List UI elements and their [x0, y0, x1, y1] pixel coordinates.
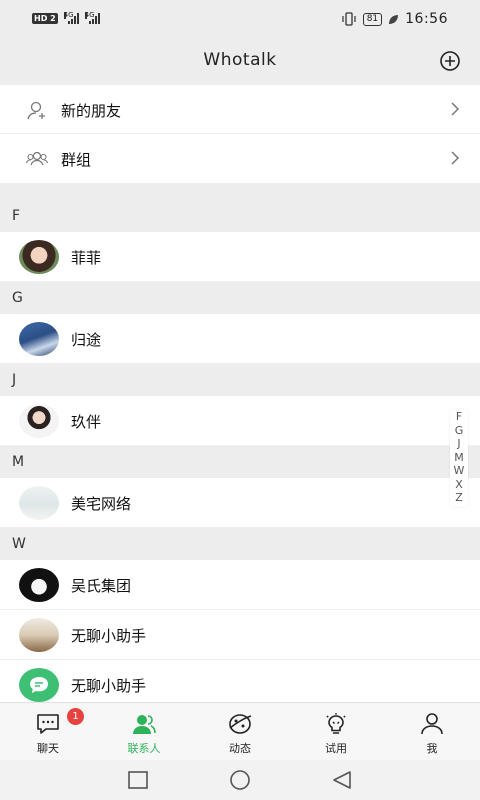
avatar — [19, 240, 59, 274]
contact-row[interactable]: 吴氏集团 — [0, 560, 480, 610]
avatar — [19, 668, 59, 702]
tab-chat[interactable]: 1 聊天 — [0, 703, 96, 760]
index-letter[interactable]: F — [456, 410, 462, 424]
index-letter[interactable]: M — [454, 451, 464, 465]
contact-name: 菲菲 — [71, 249, 102, 267]
contacts-menu: 新的朋友 群组 — [0, 85, 480, 183]
contact-name: 吴氏集团 — [71, 577, 132, 595]
avatar — [19, 404, 59, 438]
tab-contacts[interactable]: 联系人 — [96, 703, 192, 760]
bottom-tab-bar: 1 聊天 联系人 动态 试用 我 — [0, 702, 480, 760]
contact-name: 无聊小助手 — [71, 627, 147, 645]
page-title: Whotalk — [203, 50, 277, 70]
new-friend-icon — [27, 101, 45, 120]
battery-indicator: 81 — [362, 12, 383, 26]
group-icon — [26, 151, 48, 166]
tab-label: 我 — [426, 742, 438, 755]
contact-row[interactable]: 玖伴 — [0, 396, 480, 446]
alphabet-index[interactable]: F G J M W X Z — [450, 409, 468, 507]
chat-icon — [37, 714, 59, 734]
contact-name: 玖伴 — [71, 413, 102, 431]
menu-label: 群组 — [61, 151, 92, 169]
contact-row[interactable]: 归途 — [0, 314, 480, 364]
system-nav-bar — [0, 760, 480, 800]
nav-bar: Whotalk — [0, 38, 480, 84]
section-header: G — [0, 282, 480, 314]
tab-label: 试用 — [325, 742, 347, 755]
trial-icon — [326, 713, 346, 734]
contact-row[interactable]: 菲菲 — [0, 232, 480, 282]
signal-icon: 4G — [84, 12, 100, 24]
index-letter[interactable]: Z — [455, 491, 463, 505]
avatar — [19, 618, 59, 652]
section-header: J — [0, 364, 480, 396]
avatar — [19, 568, 59, 602]
section-header: W — [0, 528, 480, 560]
menu-label: 新的朋友 — [61, 102, 122, 120]
contact-name: 归途 — [71, 331, 102, 349]
section-header: F — [0, 200, 480, 232]
contact-name: 无聊小助手 — [71, 677, 147, 695]
clock: 16:56 — [405, 11, 448, 27]
contacts-icon — [133, 715, 156, 734]
new-friends-row[interactable]: 新的朋友 — [0, 85, 480, 134]
section-header: M — [0, 446, 480, 478]
index-letter[interactable]: W — [454, 464, 465, 478]
chat-bubble-icon — [30, 677, 48, 693]
tab-label: 动态 — [229, 742, 251, 755]
status-bar: HD 2 4G 4G 81 16:56 — [0, 0, 480, 38]
moments-icon — [229, 714, 252, 734]
home-icon[interactable] — [228, 769, 252, 791]
tab-label: 联系人 — [127, 742, 161, 755]
groups-row[interactable]: 群组 — [0, 134, 480, 183]
index-letter[interactable]: G — [455, 424, 464, 438]
add-icon[interactable] — [438, 49, 462, 73]
index-letter[interactable]: X — [455, 478, 463, 492]
tab-trial[interactable]: 试用 — [288, 703, 384, 760]
contact-list: F 菲菲 G 归途 J 玖伴 M 美宅网络 W 吴氏集团 无聊小助手 无聊小助手 — [0, 200, 480, 710]
person-icon — [421, 713, 443, 735]
contact-row[interactable]: 无聊小助手 — [0, 610, 480, 660]
chevron-right-icon — [451, 151, 460, 165]
avatar — [19, 322, 59, 356]
index-letter[interactable]: J — [457, 437, 460, 451]
avatar — [19, 486, 59, 520]
tab-me[interactable]: 我 — [384, 703, 480, 760]
leaf-icon — [389, 14, 399, 24]
contact-name: 美宅网络 — [71, 495, 132, 513]
hd-badge: HD 2 — [32, 12, 58, 24]
tab-label: 聊天 — [37, 742, 59, 755]
vibrate-icon — [342, 12, 356, 26]
signal-icon: 4G — [63, 12, 79, 24]
tab-moments[interactable]: 动态 — [192, 703, 288, 760]
recent-apps-icon[interactable] — [126, 769, 150, 791]
back-icon[interactable] — [330, 769, 354, 791]
contact-row[interactable]: 美宅网络 — [0, 478, 480, 528]
unread-badge: 1 — [67, 708, 84, 725]
chevron-right-icon — [451, 102, 460, 116]
